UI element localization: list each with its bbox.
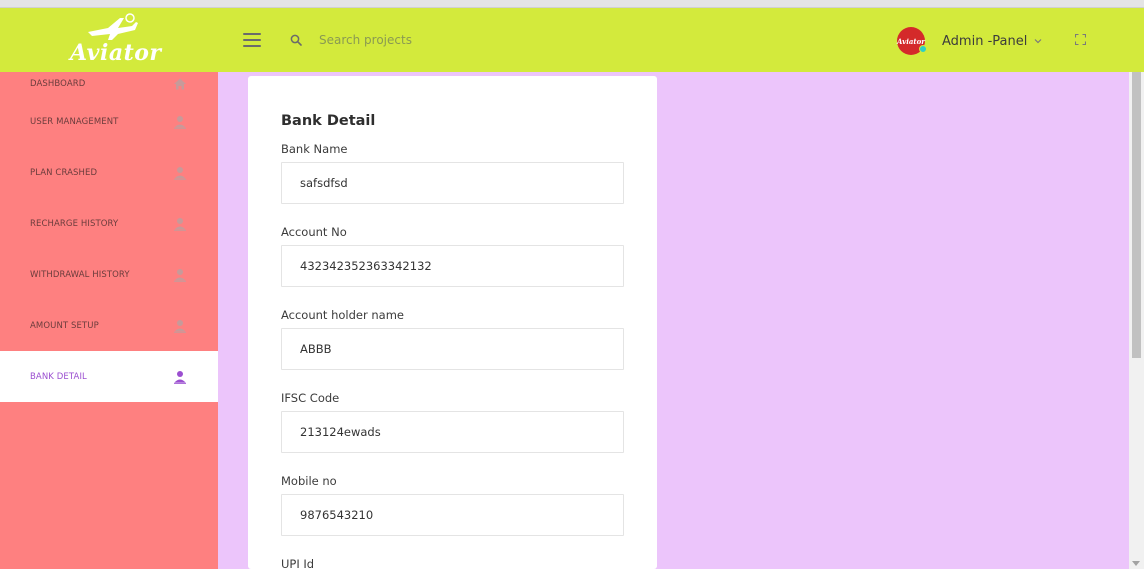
chevron-down-icon [1034,39,1042,44]
scroll-down-arrow-icon[interactable] [1132,561,1140,566]
account-holder-label: Account holder name [281,308,404,322]
avatar: Aviator [897,27,927,55]
search-input[interactable] [311,28,531,52]
top-navbar: Aviator Aviator Admin -Panel [0,8,1144,72]
sidebar-item-user-management[interactable]: USER MANAGEMENT [0,96,218,147]
page-title: Bank Detail [281,113,376,129]
page-scrollbar[interactable] [1129,72,1144,569]
user-menu[interactable]: Aviator Admin -Panel [897,25,1043,57]
mobile-no-field[interactable] [281,494,624,536]
sidebar-item-recharge-history[interactable]: RECHARGE HISTORY [0,198,218,249]
user-icon [174,217,186,231]
account-no-label: Account No [281,225,347,239]
avatar-text: Aviator [897,36,925,46]
hamburger-icon[interactable] [243,33,261,47]
sidebar-item-plan-crashed[interactable]: PLAN CRASHED [0,147,218,198]
plane-icon [88,13,138,40]
bank-name-field[interactable] [281,162,624,204]
user-icon [174,268,186,282]
upi-id-label: UPI Id [281,557,315,569]
account-holder-field[interactable] [281,328,624,370]
app-logo[interactable]: Aviator [64,8,161,72]
mobile-no-label: Mobile no [281,474,337,488]
sidebar-item-withdrawal-history[interactable]: WITHDRAWAL HISTORY [0,249,218,300]
browser-top-strip [0,0,1144,8]
search-icon [290,34,302,46]
sidebar-item-label: BANK DETAIL [30,371,87,382]
ifsc-code-label: IFSC Code [281,391,340,405]
user-icon [174,319,186,333]
sidebar-item-label: PLAN CRASHED [30,167,98,178]
user-name: Admin -Panel [942,33,1028,49]
home-icon [174,78,186,90]
user-icon [174,115,186,129]
bank-detail-card: Bank Detail Bank Name Account No Account… [248,76,657,569]
bank-name-label: Bank Name [281,142,348,156]
sidebar-item-label: USER MANAGEMENT [30,116,119,127]
sidebar-item-label: WITHDRAWAL HISTORY [30,269,130,280]
sidebar-item-bank-detail[interactable]: BANK DETAIL [0,351,218,402]
online-status-dot [919,45,927,53]
ifsc-code-field[interactable] [281,411,624,453]
logo-text: Aviator [70,40,162,66]
user-icon [174,370,186,384]
sidebar: DASHBOARD USER MANAGEMENT PLAN CRASHED R… [0,72,218,569]
user-icon [174,166,186,180]
sidebar-item-label: RECHARGE HISTORY [30,218,119,229]
scrollbar-thumb[interactable] [1132,72,1141,358]
fullscreen-icon[interactable] [1075,34,1086,45]
sidebar-item-amount-setup[interactable]: AMOUNT SETUP [0,300,218,351]
sidebar-item-label: DASHBOARD [30,79,86,89]
account-no-field[interactable] [281,245,624,287]
sidebar-item-label: AMOUNT SETUP [30,320,99,331]
sidebar-item-dashboard[interactable]: DASHBOARD [0,72,218,96]
